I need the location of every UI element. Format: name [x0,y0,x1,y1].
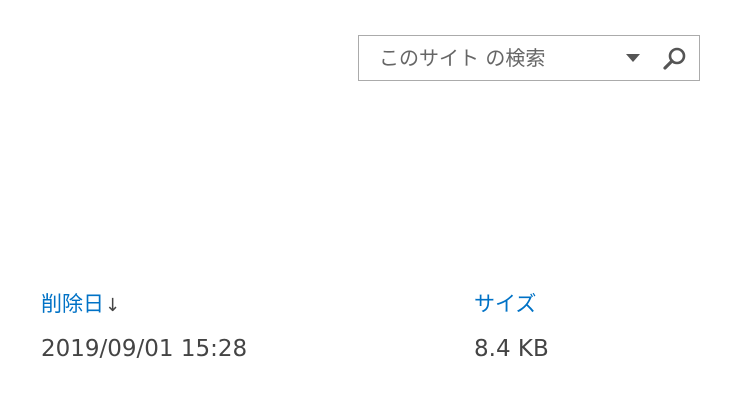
column-header-deleted[interactable]: 削除日↓ [41,288,120,318]
deleted-date-cell: 2019/09/01 15:28 [41,336,248,362]
magnifier-icon [663,47,686,70]
search-button[interactable] [655,36,695,80]
column-header-size-label: サイズ [474,292,537,316]
column-header-size[interactable]: サイズ [474,288,536,318]
sort-descending-icon: ↓ [105,295,121,316]
search-box [358,35,700,81]
column-header-deleted-label: 削除日 [41,292,104,316]
caret-down-icon [626,54,640,62]
table-row[interactable]: 2019/09/01 15:28 8.4 KB [0,336,742,372]
search-input[interactable] [359,36,617,80]
size-cell: 8.4 KB [474,336,549,362]
search-scope-dropdown[interactable] [621,36,647,80]
